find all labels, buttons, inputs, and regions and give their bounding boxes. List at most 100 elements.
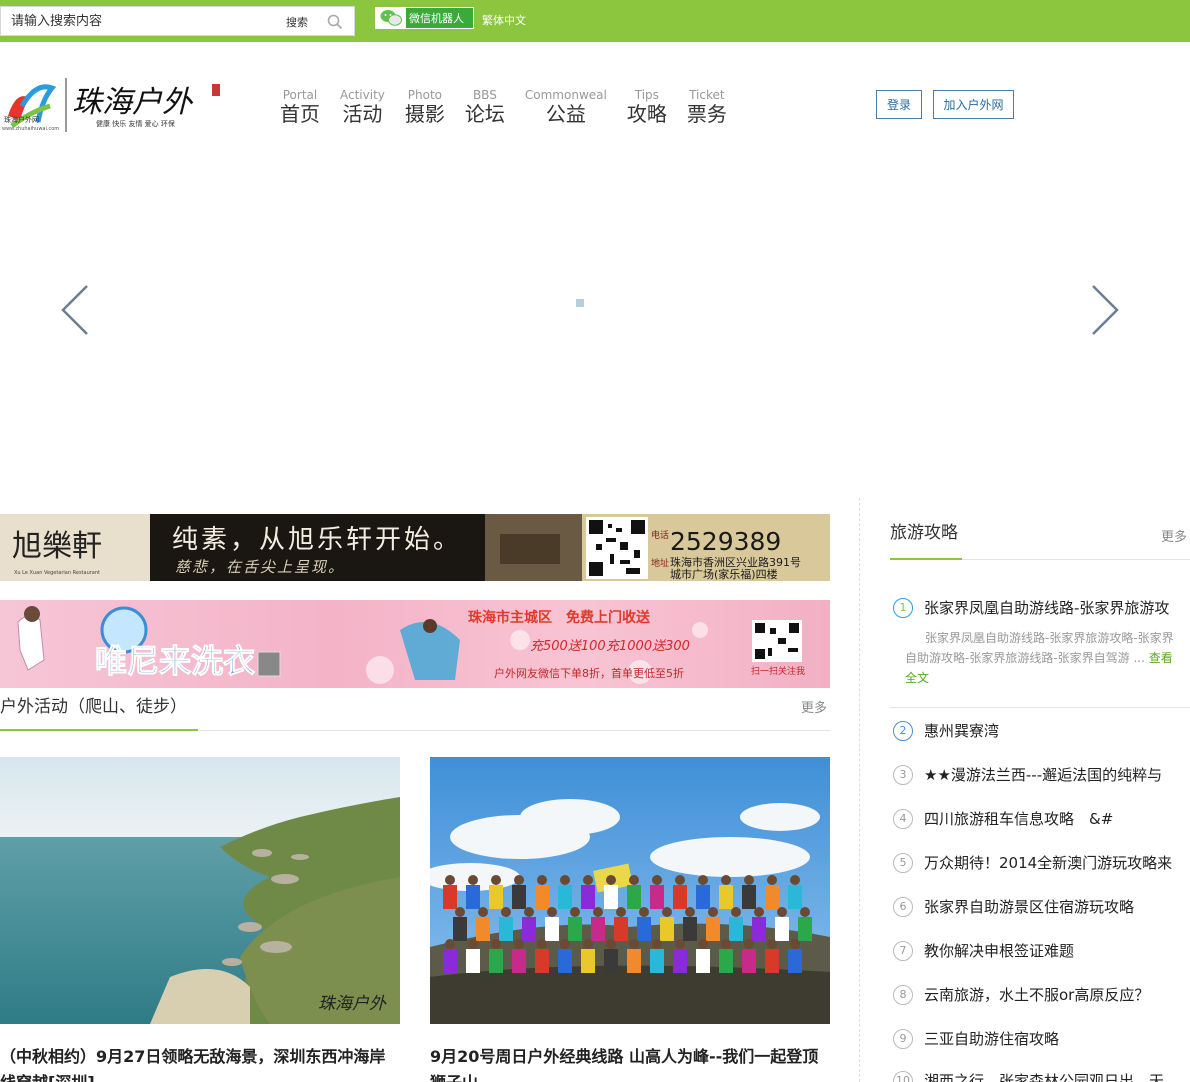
- guide-title: 万众期待！2014全新澳门游玩攻略来: [924, 854, 1173, 872]
- rank-number-badge: 6: [893, 896, 913, 917]
- guide-list-item[interactable]: 2 惠州巽寮湾: [893, 720, 999, 741]
- section-title: 户外活动（爬山、徒步）: [0, 697, 187, 717]
- main-nav: Portal 首页 Activity 活动 Photo 摄影 BBS 论坛 Commonweal…: [280, 88, 747, 132]
- guide-title: 湘西之行，张家森林公园观日出，天: [924, 1072, 1165, 1082]
- nav-item-bbs[interactable]: BBS 论坛: [465, 88, 505, 132]
- ad1-phone: 2529389: [670, 527, 781, 556]
- wechat-robot-button[interactable]: 微信机器人: [375, 7, 474, 29]
- guide-title: ★★漫游法兰西---邂逅法国的纯粹与: [924, 766, 1163, 784]
- ad-banner-laundry[interactable]: 唯尼来洗衣 珠海市主城区 免费上门收送 充500送100 充1000送300 户…: [0, 600, 830, 688]
- guide-title: 惠州巽寮湾: [924, 722, 1000, 740]
- login-button[interactable]: 登录: [876, 90, 922, 119]
- ad1-brand-sub: Xu Le Xuan Vegetarian Restaurant: [14, 570, 100, 576]
- guide-title: 张家界自助游景区住宿游玩攻略: [924, 898, 1135, 916]
- guide-list-item[interactable]: 9 三亚自助游住宿攻略: [893, 1028, 1059, 1049]
- ad1-phone-label: 电话: [651, 529, 669, 541]
- guide-list-item[interactable]: 1 张家界凤凰自助游线路-张家界旅游攻: [893, 597, 1169, 618]
- rank-number-badge: 5: [893, 852, 913, 873]
- nav-item-activity[interactable]: Activity 活动: [340, 88, 385, 132]
- guide-list-item[interactable]: 3 ★★漫游法兰西---邂逅法国的纯粹与: [893, 764, 1162, 785]
- traditional-chinese-link[interactable]: 繁体中文: [482, 12, 526, 28]
- activity-card-title[interactable]: （中秋相约）9月27日领略无敌海景，深圳东西冲海岸线穿越[深圳]: [0, 1044, 400, 1082]
- rank-number-badge: 2: [893, 720, 913, 741]
- ad-banner-restaurant[interactable]: 旭樂軒 Xu Le Xuan Vegetarian Restaurant 纯素，…: [0, 514, 830, 581]
- join-button[interactable]: 加入户外网: [933, 90, 1014, 119]
- sidebar-more-link[interactable]: 更多: [1161, 526, 1187, 545]
- guide-title: 四川旅游租车信息攻略 &#: [924, 810, 1114, 828]
- search-button[interactable]: 搜索: [286, 14, 308, 30]
- nav-item-cn-label: 摄影: [404, 102, 445, 126]
- nav-item-portal[interactable]: Portal 首页: [280, 88, 320, 132]
- ad1-tagline: 慈悲，在舌尖上呈现。: [175, 558, 345, 576]
- nav-item-cn-label: 首页: [280, 102, 320, 126]
- logo-brand: 珠海户外: [72, 85, 194, 120]
- site-logo[interactable]: 珠海户外 珠海户外网 www.zhuhaihuwai.com 健康 快乐 友情 …: [2, 76, 224, 134]
- ad1-headline: 纯素，从旭乐轩开始。: [172, 525, 462, 555]
- rank-number-badge: 3: [893, 764, 913, 785]
- nav-item-en-label: Activity: [340, 88, 385, 102]
- nav-item-cn-label: 票务: [686, 102, 727, 126]
- carousel-indicator[interactable]: [576, 299, 584, 307]
- ad1-brand: 旭樂軒: [12, 529, 102, 564]
- search-box: 搜索: [0, 6, 355, 36]
- guide-list-item[interactable]: 8 云南旅游，水土不服or高原反应？: [893, 984, 1149, 1005]
- nav-item-commonweal[interactable]: Commonweal 公益: [525, 88, 607, 132]
- logo-slogan: 健康 快乐 友情 爱心 环保: [96, 119, 175, 128]
- guide-title: 教你解决申根签证难题: [924, 942, 1075, 960]
- guide-separator: [890, 707, 1190, 708]
- logo-domain: www.zhuhaihuwai.com: [2, 126, 59, 132]
- nav-item-cn-label: 公益: [545, 102, 586, 126]
- nav-item-cn-label: 攻略: [626, 102, 667, 126]
- nav-item-en-label: Portal: [282, 88, 318, 102]
- wechat-icon: [376, 8, 406, 28]
- top-bar: 搜索 微信机器人 繁体中文: [0, 0, 1190, 42]
- rank-number-badge: 4: [893, 808, 913, 829]
- card-watermark: 珠海户外: [318, 994, 387, 1014]
- rank-number-badge: 7: [893, 940, 913, 961]
- sidebar-divider: [859, 498, 860, 1082]
- guide-list-item[interactable]: 5 万众期待！2014全新澳门游玩攻略来: [893, 852, 1172, 873]
- carousel-prev-icon[interactable]: [55, 282, 95, 338]
- guide-title: 张家界凤凰自助游线路-张家界旅游攻: [924, 599, 1170, 617]
- activity-card-title[interactable]: 9月20号周日户外经典线路 山高人为峰--我们一起登顶狮子山: [430, 1044, 830, 1082]
- ad2-area: 珠海市主城区 免费上门收送: [468, 609, 651, 626]
- guide-summary-text: 张家界凤凰自助游线路-张家界旅游攻略-张家界自助游攻略-张家界旅游线路-张家界自…: [905, 631, 1174, 665]
- guide-list-item[interactable]: 4 四川旅游租车信息攻略 &#: [893, 808, 1113, 829]
- rank-number-badge: 10: [893, 1070, 913, 1082]
- rank-number-badge: 8: [893, 984, 913, 1005]
- rank-number-badge: 9: [893, 1028, 913, 1049]
- search-input[interactable]: [11, 11, 271, 31]
- guide-title: 三亚自助游住宿攻略: [924, 1030, 1060, 1048]
- search-icon[interactable]: [327, 14, 343, 30]
- activity-card-image[interactable]: 珠海户外: [0, 757, 400, 1024]
- guide-summary: 张家界凤凰自助游线路-张家界旅游攻略-张家界自助游攻略-张家界旅游线路-张家界自…: [905, 628, 1175, 688]
- guide-list-item[interactable]: 6 张家界自助游景区住宿游玩攻略: [893, 896, 1134, 917]
- ad1-address-label: 地址: [651, 557, 669, 569]
- ad1-address-line1: 珠海市香洲区兴业路391号: [670, 555, 801, 569]
- nav-item-ticket[interactable]: Ticket 票务: [687, 88, 727, 132]
- nav-item-tips[interactable]: Tips 攻略: [627, 88, 667, 132]
- nav-item-en-label: BBS: [472, 88, 497, 102]
- logo-site-name: 珠海户外网: [4, 115, 39, 124]
- ad2-offer1: 充500送100: [530, 639, 606, 654]
- banner-carousel: [0, 160, 1190, 460]
- ad2-promo: 户外网友微信下单8折，首单更低至5折: [494, 666, 684, 680]
- nav-item-cn-label: 活动: [342, 102, 383, 126]
- nav-item-photo[interactable]: Photo 摄影: [405, 88, 445, 132]
- nav-item-cn-label: 论坛: [464, 102, 505, 126]
- carousel-next-icon[interactable]: [1085, 282, 1125, 338]
- nav-item-en-label: Tips: [634, 88, 659, 102]
- sidebar-accent-bar: [890, 558, 962, 560]
- section-accent-bar: [0, 729, 198, 731]
- guide-list-item[interactable]: 7 教你解决申根签证难题: [893, 940, 1074, 961]
- wechat-robot-label: 微信机器人: [409, 12, 464, 25]
- ad2-qr-note: 扫一扫关注我: [751, 665, 805, 677]
- rank-number-badge: 1: [893, 597, 913, 618]
- ad1-address-line2: 城市广场(家乐福)四楼: [670, 567, 778, 581]
- guide-list-item[interactable]: 10 湘西之行，张家森林公园观日出，天: [893, 1070, 1164, 1082]
- ad2-brand: 唯尼来洗衣: [95, 642, 255, 680]
- sidebar-title: 旅游攻略: [890, 523, 958, 543]
- ad2-offer2: 充1000送300: [606, 639, 690, 654]
- section-more-link[interactable]: 更多: [801, 697, 827, 716]
- activity-card-image[interactable]: [430, 757, 830, 1024]
